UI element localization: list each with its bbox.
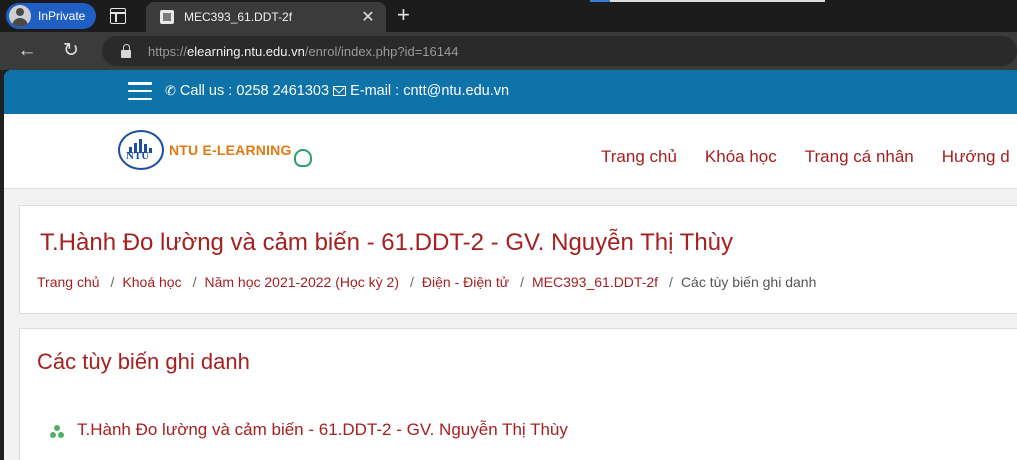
breadcrumb-home[interactable]: Trang chủ [37, 274, 100, 290]
inprivate-badge[interactable]: InPrivate [6, 3, 96, 29]
course-link[interactable]: T.Hành Đo lường và cảm biến - 61.DDT-2 -… [77, 420, 568, 440]
phone-icon: ✆ [165, 83, 176, 98]
logo-text: NTU E-LEARNING [169, 142, 292, 158]
call-us-text: Call us : 0258 2461303 [179, 83, 330, 99]
nav-home[interactable]: Trang chủ [601, 147, 677, 167]
logo-badge-text: NTU [126, 150, 150, 162]
browser-tab-active[interactable]: MEC393_61.DDT-2f ✕ [146, 2, 386, 32]
address-bar[interactable]: https://elearning.ntu.edu.vn/enrol/index… [102, 36, 1017, 66]
nav-profile[interactable]: Trang cá nhân [805, 147, 914, 167]
main-nav: Trang chủ Khóa học Trang cá nhân Hướng d [601, 147, 1017, 167]
breadcrumb-courses[interactable]: Khoá học [122, 274, 181, 290]
breadcrumb-separator: / [669, 274, 673, 290]
section-title: Các tùy biến ghi danh [37, 349, 250, 374]
url-text: https://elearning.ntu.edu.vn/enrol/index… [148, 44, 458, 59]
profile-avatar-icon [9, 5, 31, 27]
course-header-card: T.Hành Đo lường và cảm biến - 61.DDT-2 -… [19, 205, 1017, 314]
back-button[interactable]: ← [15, 39, 39, 63]
breadcrumb-separator: / [410, 274, 414, 290]
nav-guide[interactable]: Hướng d [942, 147, 1010, 167]
web-page: ✆ Call us : 0258 2461303 E-mail : cntt@n… [4, 70, 1017, 460]
enrolment-options-card: Các tùy biến ghi danh T.Hành Đo lường và… [19, 328, 1017, 460]
url-path: /enrol/index.php?id=16144 [304, 43, 459, 59]
breadcrumb-course[interactable]: MEC393_61.DDT-2f [532, 274, 658, 290]
breadcrumb: Trang chủ / Khoá học / Năm học 2021-2022… [37, 274, 816, 290]
course-icon [50, 424, 64, 439]
url-prefix: https:// [148, 43, 188, 59]
breadcrumb-year[interactable]: Năm học 2021-2022 (Học kỳ 2) [204, 274, 399, 290]
inprivate-label: InPrivate [38, 9, 86, 23]
site-topbar: ✆ Call us : 0258 2461303 E-mail : cntt@n… [4, 70, 1017, 114]
lock-icon[interactable] [121, 43, 131, 58]
reload-button[interactable]: ↻ [59, 39, 83, 63]
tab-title: MEC393_61.DDT-2f [184, 10, 293, 24]
site-header: NTU NTU E-LEARNING Trang chủ Khóa học Tr… [4, 114, 1017, 189]
breadcrumb-separator: / [520, 274, 524, 290]
envelope-icon [333, 86, 347, 96]
email-text[interactable]: E-mail : cntt@ntu.edu.vn [350, 83, 509, 99]
menu-hamburger-icon[interactable] [128, 82, 152, 102]
browser-toolbar: ← ↻ https://elearning.ntu.edu.vn/enrol/i… [0, 32, 1017, 70]
url-host: elearning.ntu.edu.vn [187, 43, 305, 59]
breadcrumb-separator: / [192, 274, 197, 290]
nav-courses[interactable]: Khóa học [705, 147, 777, 167]
contact-info: ✆ Call us : 0258 2461303 E-mail : cntt@n… [165, 83, 509, 99]
new-tab-button[interactable]: + [397, 3, 410, 27]
breadcrumb-current: Các tùy biến ghi danh [680, 274, 817, 290]
tabstrip-highlight [610, 0, 825, 2]
tab-favicon-icon [160, 10, 174, 24]
browser-tab-bar: InPrivate MEC393_61.DDT-2f ✕ + [0, 0, 1017, 32]
breadcrumb-department[interactable]: Điện - Điện tử [422, 274, 509, 290]
pointer-hand-icon [293, 149, 312, 167]
ntu-badge-icon: NTU [118, 130, 164, 170]
tab-close-icon[interactable]: ✕ [356, 7, 380, 27]
tabstrip-accent [590, 0, 610, 2]
site-logo[interactable]: NTU NTU E-LEARNING [118, 130, 312, 170]
breadcrumb-separator: / [110, 274, 115, 290]
page-title: T.Hành Đo lường và cảm biến - 61.DDT-2 -… [40, 229, 734, 256]
course-listing: T.Hành Đo lường và cảm biến - 61.DDT-2 -… [50, 420, 568, 440]
tab-actions-icon[interactable] [110, 8, 126, 24]
